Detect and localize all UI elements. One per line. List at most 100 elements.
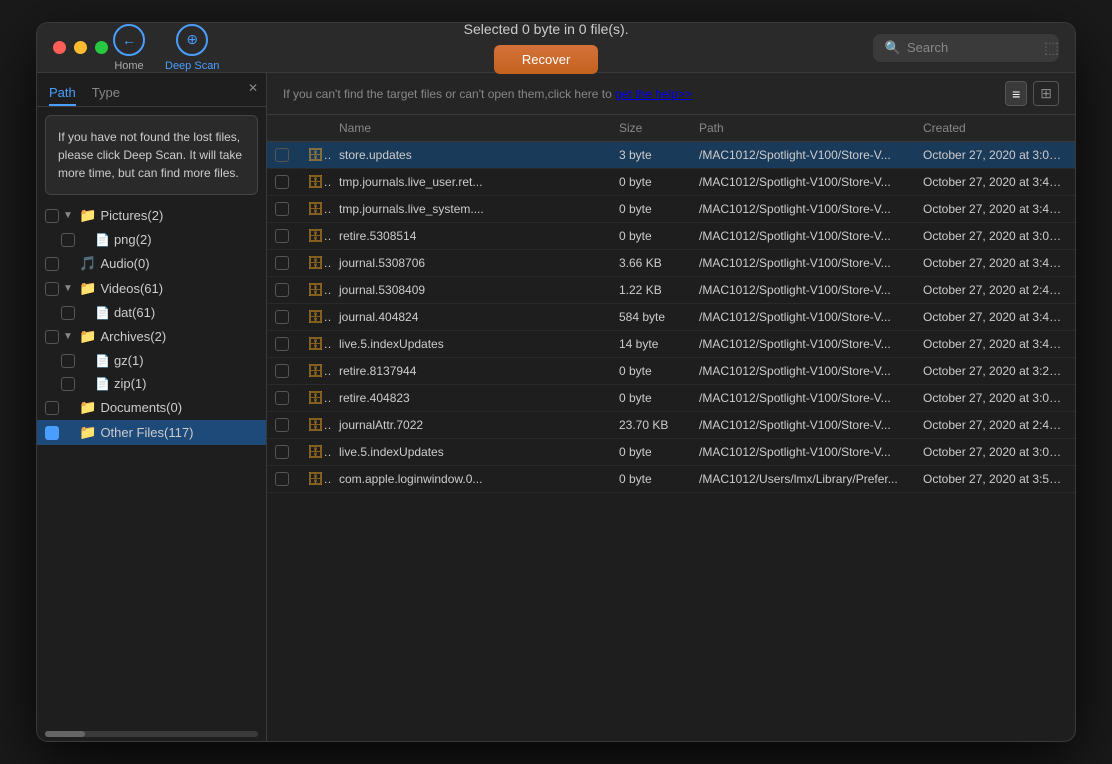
row-checkbox[interactable] — [267, 202, 299, 216]
chevron-icon: ▼ — [63, 210, 75, 221]
table-row[interactable]: 🗄 journalAttr.7022 23.70 KB /MAC1012/Spo… — [267, 412, 1075, 439]
row-checkbox[interactable] — [267, 310, 299, 324]
pictures-checkbox[interactable] — [45, 209, 59, 223]
home-nav-button[interactable]: ← Home — [113, 24, 145, 72]
close-button[interactable] — [53, 41, 66, 54]
sidebar-item-archives[interactable]: ▼ 📁 Archives(2) — [37, 324, 266, 349]
row-path: /MAC1012/Users/lmx/Library/Prefer... — [691, 472, 915, 486]
row-checkbox[interactable] — [267, 418, 299, 432]
audio-icon: 🎵 — [79, 255, 96, 272]
table-row[interactable]: 🗄 store.updates 3 byte /MAC1012/Spotligh… — [267, 142, 1075, 169]
documents-icon: 📁 — [79, 399, 96, 416]
maximize-button[interactable] — [95, 41, 108, 54]
home-icon: ← — [113, 24, 145, 56]
row-size: 0 byte — [611, 229, 691, 243]
zip-checkbox[interactable] — [61, 377, 75, 391]
row-name: store.updates — [331, 148, 611, 162]
table-row[interactable]: 🗄 retire.5308514 0 byte /MAC1012/Spotlig… — [267, 223, 1075, 250]
gz-label: gz(1) — [114, 353, 144, 368]
sidebar-item-zip[interactable]: 📄 zip(1) — [37, 372, 266, 395]
row-file-icon: 🗄 — [299, 309, 331, 325]
sidebar-item-other-files[interactable]: 📁 Other Files(117) — [37, 420, 266, 445]
row-name: journal.404824 — [331, 310, 611, 324]
row-file-icon: 🗄 — [299, 390, 331, 406]
sidebar-scrollbar[interactable] — [45, 731, 258, 737]
col-path: Path — [691, 121, 915, 135]
row-checkbox[interactable] — [267, 445, 299, 459]
row-created: October 27, 2020 at 3:48 PM — [915, 256, 1075, 270]
deepscan-nav-button[interactable]: ⊕ Deep Scan — [165, 24, 219, 72]
row-file-icon: 🗄 — [299, 282, 331, 298]
list-view-button[interactable]: ≡ — [1005, 81, 1027, 106]
row-checkbox[interactable] — [267, 472, 299, 486]
archives-label: Archives(2) — [100, 329, 166, 344]
status-area: Selected 0 byte in 0 file(s). Recover — [249, 22, 842, 74]
sidebar-item-dat[interactable]: 📄 dat(61) — [37, 301, 266, 324]
row-checkbox[interactable] — [267, 283, 299, 297]
content-area: If you can't find the target files or ca… — [267, 73, 1075, 741]
row-size: 0 byte — [611, 391, 691, 405]
table-row[interactable]: 🗄 retire.404823 0 byte /MAC1012/Spotligh… — [267, 385, 1075, 412]
dat-checkbox[interactable] — [61, 306, 75, 320]
row-checkbox[interactable] — [267, 229, 299, 243]
minimize-button[interactable] — [74, 41, 87, 54]
table-row[interactable]: 🗄 journal.5308409 1.22 KB /MAC1012/Spotl… — [267, 277, 1075, 304]
recover-button[interactable]: Recover — [494, 45, 598, 74]
other-files-label: Other Files(117) — [100, 425, 193, 440]
table-row[interactable]: 🗄 journal.404824 584 byte /MAC1012/Spotl… — [267, 304, 1075, 331]
col-icon — [299, 121, 331, 135]
audio-checkbox[interactable] — [45, 257, 59, 271]
sidebar-item-documents[interactable]: 📁 Documents(0) — [37, 395, 266, 420]
archives-checkbox[interactable] — [45, 330, 59, 344]
png-checkbox[interactable] — [61, 233, 75, 247]
row-created: October 27, 2020 at 3:48 PM — [915, 202, 1075, 216]
tooltip-box: If you have not found the lost files, pl… — [45, 115, 258, 195]
other-files-checkbox[interactable] — [45, 426, 59, 440]
sidebar-item-png[interactable]: 📄 png(2) — [37, 228, 266, 251]
sidebar-item-gz[interactable]: 📄 gz(1) — [37, 349, 266, 372]
row-size: 0 byte — [611, 472, 691, 486]
row-path: /MAC1012/Spotlight-V100/Store-V... — [691, 418, 915, 432]
table-row[interactable]: 🗄 journal.5308706 3.66 KB /MAC1012/Spotl… — [267, 250, 1075, 277]
row-path: /MAC1012/Spotlight-V100/Store-V... — [691, 364, 915, 378]
table-row[interactable]: 🗄 live.5.indexUpdates 0 byte /MAC1012/Sp… — [267, 439, 1075, 466]
audio-label: Audio(0) — [100, 256, 149, 271]
sidebar-item-audio[interactable]: 🎵 Audio(0) — [37, 251, 266, 276]
tab-path[interactable]: Path — [49, 81, 76, 106]
row-path: /MAC1012/Spotlight-V100/Store-V... — [691, 202, 915, 216]
table-row[interactable]: 🗄 tmp.journals.live_system.... 0 byte /M… — [267, 196, 1075, 223]
tab-type[interactable]: Type — [92, 81, 120, 106]
row-checkbox[interactable] — [267, 175, 299, 189]
grid-view-button[interactable]: ⊞ — [1033, 81, 1059, 106]
tooltip-close-button[interactable]: ✕ — [248, 81, 258, 95]
row-size: 0 byte — [611, 202, 691, 216]
row-checkbox[interactable] — [267, 364, 299, 378]
table-row[interactable]: 🗄 live.5.indexUpdates 14 byte /MAC1012/S… — [267, 331, 1075, 358]
row-size: 23.70 KB — [611, 418, 691, 432]
row-checkbox[interactable] — [267, 391, 299, 405]
search-box[interactable]: 🔍 — [873, 34, 1059, 62]
row-size: 3.66 KB — [611, 256, 691, 270]
help-link[interactable]: get the help>> — [615, 87, 692, 101]
archives-folder-icon: 📁 — [79, 328, 96, 345]
sidebar-item-pictures[interactable]: ▼ 📁 Pictures(2) — [37, 203, 266, 228]
gz-checkbox[interactable] — [61, 354, 75, 368]
row-checkbox[interactable] — [267, 256, 299, 270]
documents-checkbox[interactable] — [45, 401, 59, 415]
main-area: Path Type ✕ If you have not found the lo… — [37, 73, 1075, 741]
row-file-icon: 🗄 — [299, 201, 331, 217]
other-files-icon: 📁 — [79, 424, 96, 441]
videos-checkbox[interactable] — [45, 282, 59, 296]
row-file-icon: 🗄 — [299, 174, 331, 190]
row-size: 0 byte — [611, 445, 691, 459]
table-row[interactable]: 🗄 com.apple.loginwindow.0... 0 byte /MAC… — [267, 466, 1075, 493]
row-created: October 27, 2020 at 2:48 PM — [915, 283, 1075, 297]
sidebar-item-videos[interactable]: ▼ 📁 Videos(61) — [37, 276, 266, 301]
table-row[interactable]: 🗄 retire.8137944 0 byte /MAC1012/Spotlig… — [267, 358, 1075, 385]
row-checkbox[interactable] — [267, 148, 299, 162]
row-checkbox[interactable] — [267, 337, 299, 351]
info-bar: If you can't find the target files or ca… — [267, 73, 1075, 115]
row-name: tmp.journals.live_user.ret... — [331, 175, 611, 189]
search-input[interactable] — [907, 40, 1047, 55]
table-row[interactable]: 🗄 tmp.journals.live_user.ret... 0 byte /… — [267, 169, 1075, 196]
